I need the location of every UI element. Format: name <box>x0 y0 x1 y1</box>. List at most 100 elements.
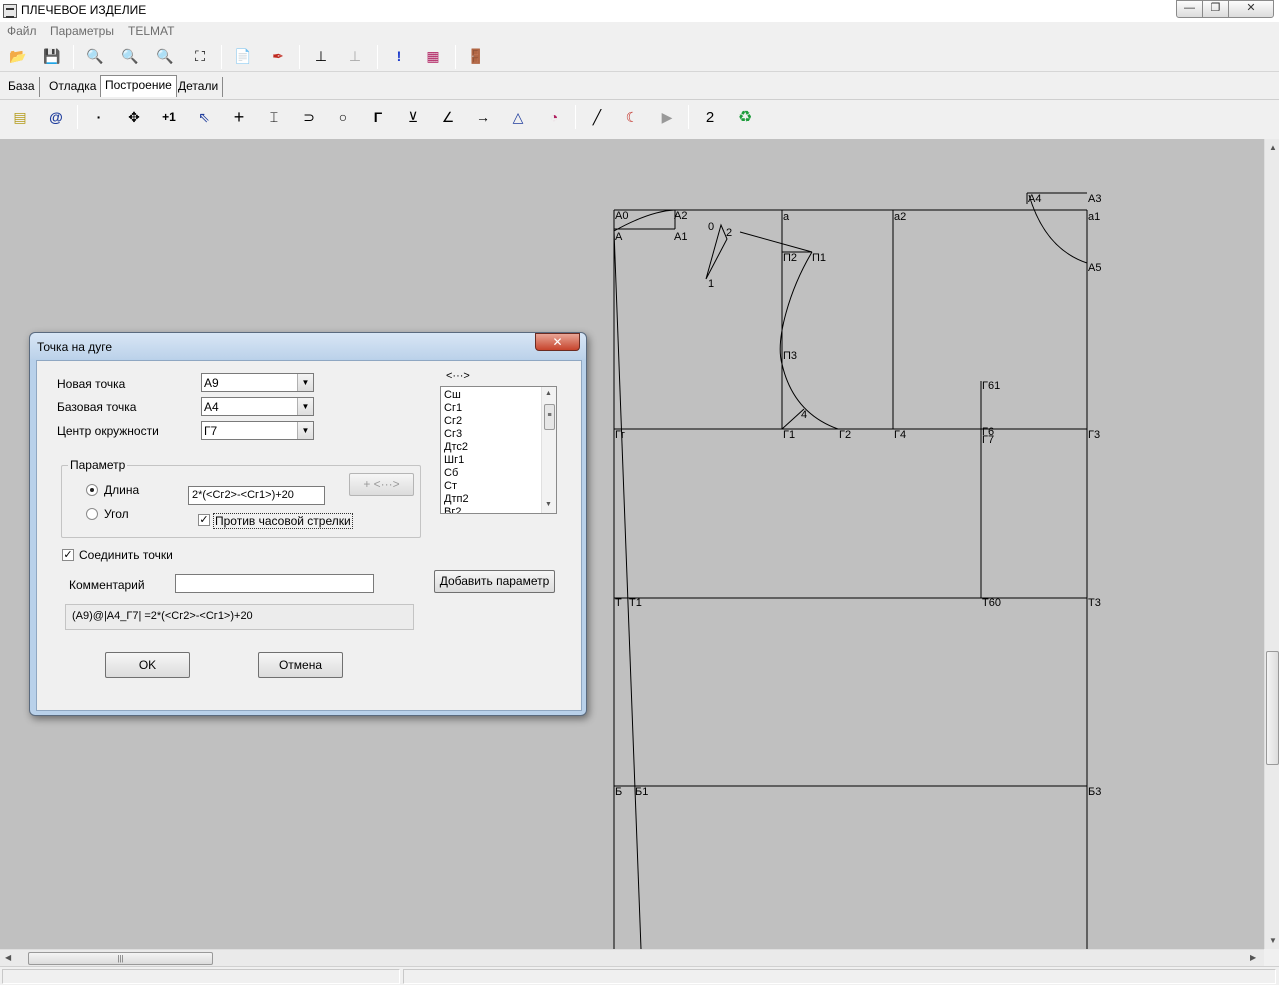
arc-icon[interactable]: ◔ <box>542 106 566 128</box>
curve-icon[interactable]: ☾ <box>620 106 644 128</box>
dialog-close-button[interactable]: ✕ <box>535 333 580 351</box>
scroll-right-icon[interactable]: ▶ <box>1250 953 1256 962</box>
ccw-checkbox[interactable]: ✓ <box>198 514 210 526</box>
info-exclamation-icon[interactable]: ! <box>387 45 411 67</box>
tab-base[interactable]: База <box>4 77 40 97</box>
select-arrow-icon[interactable]: ⇖ <box>192 106 216 128</box>
insert-parameter-button[interactable]: + <···> <box>349 473 414 496</box>
between-icon[interactable]: ⌶ <box>262 106 286 128</box>
zoom-out-icon[interactable]: 🔍 <box>83 45 107 67</box>
open-folder-icon[interactable]: 📂 <box>6 45 30 67</box>
length-input[interactable]: 2*(<Сг2>-<Сг1>)+20 <box>188 486 325 505</box>
vertical-scrollbar[interactable]: ▲ ▼ <box>1264 139 1279 949</box>
chevron-down-icon[interactable]: ▼ <box>297 398 313 415</box>
center-combo[interactable]: Г7 ▼ <box>201 421 314 440</box>
measure-icon[interactable]: ⊥ <box>309 45 333 67</box>
list-scroll-thumb[interactable]: ≡ <box>544 404 555 430</box>
point-label: Г2 <box>839 429 852 441</box>
base-point-value: А4 <box>204 400 219 414</box>
tab-debug[interactable]: Отладка <box>45 77 102 97</box>
corner-icon[interactable]: Γ <box>366 106 390 128</box>
main-toolbar: 📂 💾 🔍 🔍 🔍 ⛶ 📄 ✒ ⊥ ⊥ ! ▦ 🚪 <box>0 41 1279 72</box>
angle-radio[interactable] <box>86 508 98 520</box>
notes-icon[interactable]: ▤ <box>8 106 32 128</box>
horizontal-scroll-thumb[interactable]: ||| <box>28 952 213 965</box>
tab-details[interactable]: Детали <box>174 77 224 97</box>
palette-icon[interactable]: ▦ <box>421 45 445 67</box>
comment-input[interactable] <box>175 574 374 593</box>
vertical-scroll-thumb[interactable] <box>1266 651 1279 765</box>
cancel-button[interactable]: Отмена <box>258 652 343 678</box>
menu-telmat[interactable]: TELMAT <box>128 24 174 38</box>
eraser-icon[interactable]: ✒ <box>266 45 290 67</box>
list-item[interactable]: Дтс2 <box>444 441 468 453</box>
direction-arrow-icon[interactable]: → <box>471 106 495 128</box>
scroll-up-icon[interactable]: ▲ <box>545 390 552 397</box>
connect-points-checkbox[interactable]: ✓ <box>62 549 74 561</box>
list-scrollbar[interactable]: ▲ ≡ ▼ <box>541 387 556 513</box>
add-parameter-button[interactable]: Добавить параметр <box>434 570 555 593</box>
point-label: Т1 <box>629 597 642 609</box>
horizontal-scrollbar[interactable]: ◀ ||| ▶ <box>0 949 1264 966</box>
parameter-group-title: Параметр <box>68 458 128 472</box>
zoom-icon[interactable]: 🔍 <box>153 45 177 67</box>
point-label: А0 <box>615 210 629 222</box>
angle-icon[interactable]: ∠ <box>436 106 460 128</box>
chevron-down-icon[interactable]: ▼ <box>297 374 313 391</box>
list-item[interactable]: Вг2 <box>444 506 461 513</box>
recycle-icon[interactable]: ♻ <box>733 106 757 128</box>
maximize-button[interactable]: ❐ <box>1202 0 1229 18</box>
list-item[interactable]: Ст <box>444 480 457 492</box>
dialog-title-bar[interactable]: Точка на дуге ✕ <box>30 333 586 359</box>
list-item[interactable]: Сш <box>444 389 461 401</box>
new-point-combo[interactable]: А9 ▼ <box>201 373 314 392</box>
scroll-up-icon[interactable]: ▲ <box>1269 143 1277 152</box>
ok-button[interactable]: OK <box>105 652 190 678</box>
base-point-combo[interactable]: А4 ▼ <box>201 397 314 416</box>
list-item[interactable]: Шг1 <box>444 454 464 466</box>
point-label: А4 <box>1028 193 1042 205</box>
new-point-value: А9 <box>204 376 219 390</box>
scroll-down-icon[interactable]: ▼ <box>1269 936 1277 945</box>
angle-label: Угол <box>104 507 129 521</box>
exit-door-icon[interactable]: 🚪 <box>464 45 488 67</box>
move-icon[interactable]: ✥ <box>122 106 146 128</box>
two-icon[interactable]: 2 <box>698 106 722 128</box>
circle-point-icon[interactable]: ○ <box>331 106 355 128</box>
point-a-icon[interactable]: @ <box>44 106 68 128</box>
chevron-down-icon[interactable]: ▼ <box>297 422 313 439</box>
point-label: Т60 <box>982 597 1001 609</box>
list-item[interactable]: Сб <box>444 467 458 479</box>
list-item[interactable]: Сг2 <box>444 415 462 427</box>
play-icon[interactable]: ▶ <box>655 106 679 128</box>
list-item[interactable]: Сг3 <box>444 428 462 440</box>
menu-file[interactable]: Файл <box>7 24 37 38</box>
zoom-in-icon[interactable]: 🔍 <box>118 45 142 67</box>
point-label: Гг <box>615 429 625 441</box>
bracket-icon[interactable]: ⊃ <box>297 106 321 128</box>
triangle-icon[interactable]: △ <box>506 106 530 128</box>
perpendicular-icon[interactable]: ⊻ <box>401 106 425 128</box>
save-disk-icon[interactable]: 💾 <box>40 45 64 67</box>
cross-icon[interactable]: + <box>227 106 251 128</box>
menu-parameters[interactable]: Параметры <box>50 24 114 38</box>
app-icon <box>3 4 17 18</box>
list-item[interactable]: Дтп2 <box>444 493 469 505</box>
length-radio[interactable] <box>86 484 98 496</box>
tab-bar: База Отладка Построение Детали <box>0 75 1279 97</box>
parameter-list[interactable]: Сш Сг1 Сг2 Сг3 Дтс2 Шг1 Сб Ст Дтп2 Вг2 ▲… <box>440 386 557 514</box>
point-label: а1 <box>1088 211 1101 223</box>
line-icon[interactable]: ╱ <box>585 106 609 128</box>
document-icon[interactable]: 📄 <box>231 45 255 67</box>
plus-one-icon[interactable]: +1 <box>157 106 181 128</box>
minimize-button[interactable]: — <box>1176 0 1203 18</box>
scroll-down-icon[interactable]: ▼ <box>545 501 552 508</box>
point-label: Г61 <box>982 380 1001 392</box>
list-item[interactable]: Сг1 <box>444 402 462 414</box>
tab-construction[interactable]: Построение <box>100 75 177 97</box>
dot-icon[interactable]: · <box>87 106 111 128</box>
close-button[interactable]: ✕ <box>1228 0 1274 18</box>
scroll-left-icon[interactable]: ◀ <box>5 953 11 962</box>
point-label: а2 <box>894 211 907 223</box>
fit-window-icon[interactable]: ⛶ <box>188 45 212 67</box>
